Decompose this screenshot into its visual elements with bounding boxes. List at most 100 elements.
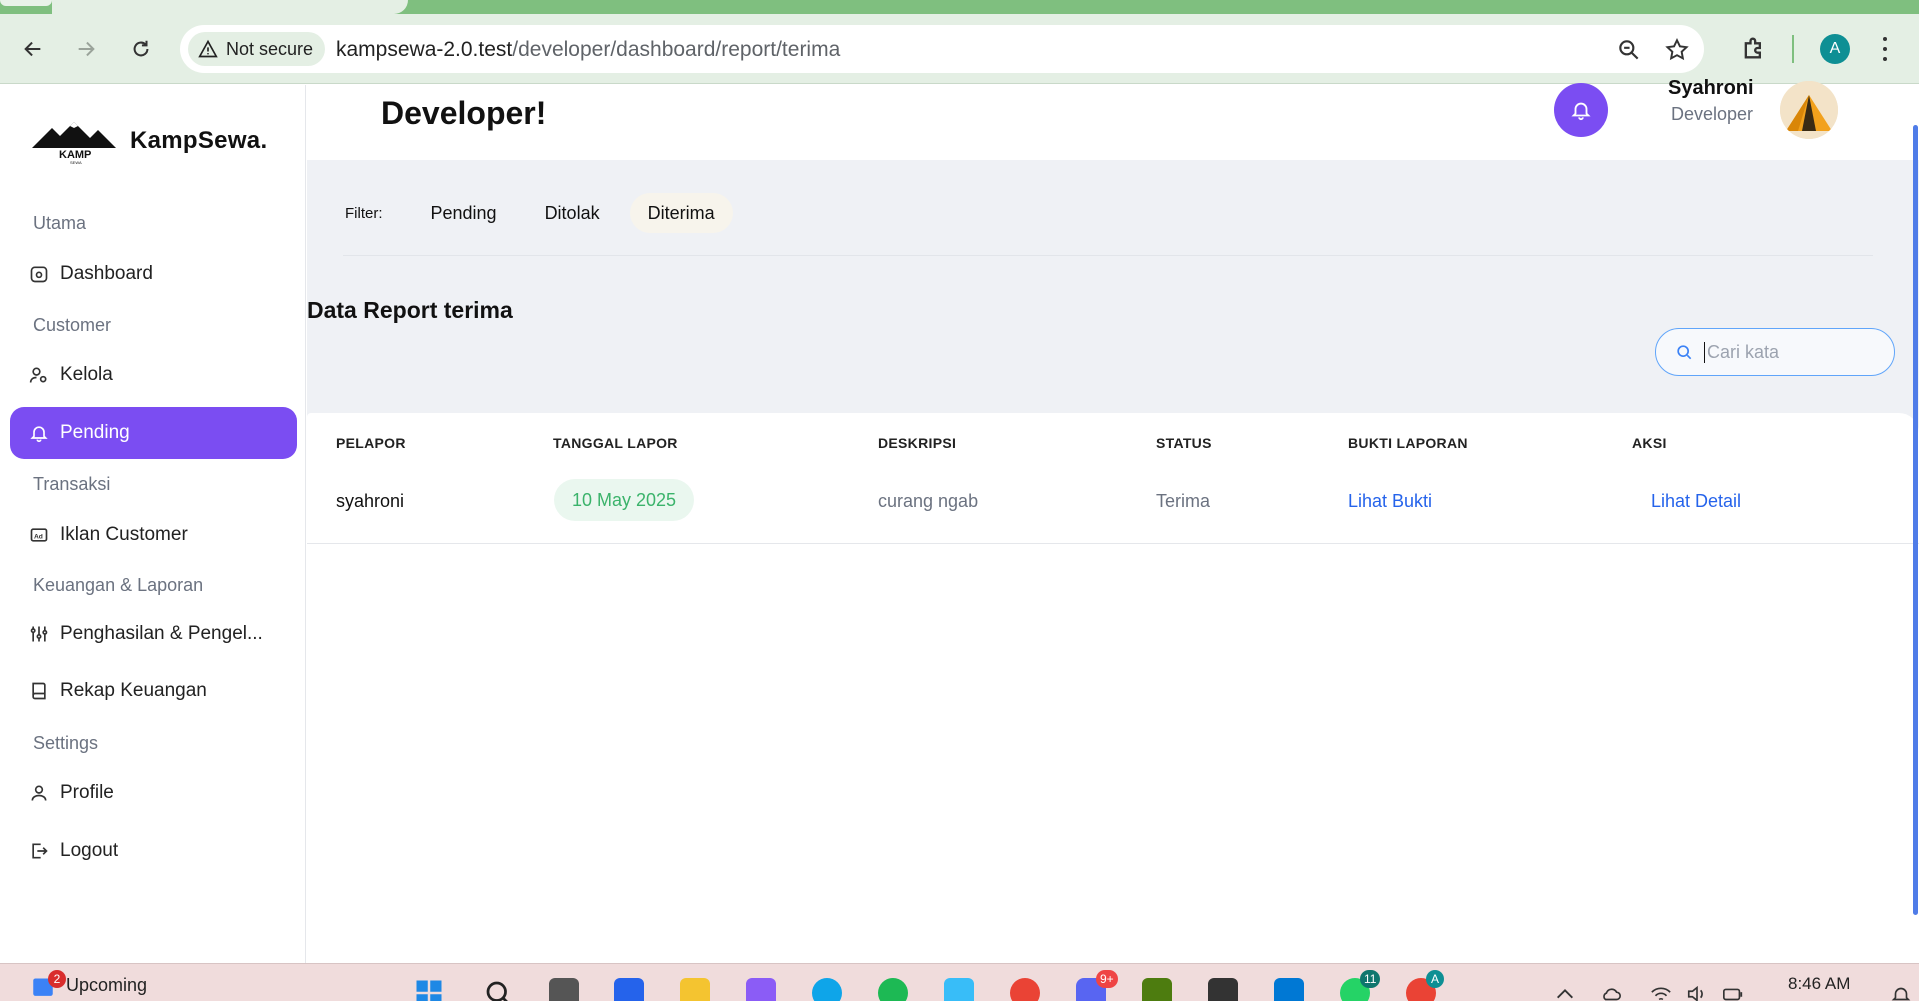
chrome-menu-icon[interactable] — [1880, 34, 1890, 64]
app-logo[interactable]: KAMP SEWA KampSewa. — [30, 118, 267, 164]
file-explorer-icon[interactable] — [680, 978, 710, 1001]
url-host: kampsewa-2.0.test — [336, 38, 513, 61]
sidebar-item-label: Kelola — [60, 364, 113, 385]
spotify-icon[interactable] — [878, 978, 908, 1001]
url-path: /developer/dashboard/report/terima — [512, 38, 841, 61]
sidebar-item-iklan[interactable]: Ad Iklan Customer — [10, 509, 297, 561]
date-badge: 10 May 2025 — [554, 479, 695, 521]
notifications-icon[interactable] — [1890, 986, 1912, 1001]
filter-divider — [343, 255, 1873, 256]
zoom-icon[interactable] — [1616, 37, 1642, 63]
copilot-icon[interactable] — [746, 978, 776, 1001]
sidebar-item-profile[interactable]: Profile — [10, 767, 297, 819]
sidebar-item-penghasilan[interactable]: Penghasilan & Pengel... — [10, 608, 297, 660]
browser-toolbar: Not secure kampsewa-2.0.test/developer/d… — [0, 14, 1919, 84]
logout-icon — [28, 840, 50, 862]
cell-status: Terima — [1156, 491, 1211, 511]
user-gear-icon — [28, 364, 50, 386]
sidebar-item-pending[interactable]: Pending — [10, 407, 297, 459]
report-table: PELAPOR TANGGAL LAPOR DESKRIPSI STATUS B… — [307, 413, 1919, 963]
lihat-detail-link[interactable]: Lihat Detail — [1651, 491, 1741, 512]
security-chip[interactable]: Not secure — [188, 32, 326, 66]
search-icon — [1677, 345, 1692, 360]
search-icon[interactable] — [483, 978, 513, 1001]
lihat-bukti-link[interactable]: Lihat Bukti — [1348, 491, 1432, 512]
avatar[interactable] — [1780, 81, 1838, 139]
sidebar-item-kelola[interactable]: Kelola — [10, 349, 297, 401]
section-settings: Settings — [33, 733, 99, 753]
sidebar-item-label: Iklan Customer — [60, 524, 188, 545]
cell-deskripsi: curang ngab — [878, 491, 979, 511]
user-name: Syahroni — [1668, 77, 1754, 99]
filter-ditolak[interactable]: Ditolak — [527, 193, 618, 233]
windows-start-icon[interactable] — [414, 978, 444, 1001]
task-view-icon[interactable] — [549, 978, 579, 1001]
chrome-profile-avatar[interactable]: A — [1820, 34, 1850, 64]
sidebar-item-logout[interactable]: Logout — [10, 825, 297, 877]
translator-icon[interactable] — [1142, 978, 1172, 1001]
security-label: Not secure — [226, 38, 314, 59]
sidebar: KAMP SEWA KampSewa. Utama Dashboard Cust… — [0, 85, 306, 963]
user-icon — [28, 782, 50, 804]
column-header: TANGGAL LAPOR — [553, 435, 678, 451]
book-icon — [28, 680, 50, 702]
os-taskbar: 2 Upcoming 9+ 11 A 8:46 AM — [0, 963, 1919, 1001]
column-header: DESKRIPSI — [878, 435, 957, 451]
terminal-icon[interactable] — [1208, 978, 1238, 1001]
mountain-logo-icon: KAMP SEWA — [32, 122, 116, 164]
user-role: Developer — [1671, 104, 1754, 124]
address-bar[interactable]: Not secure kampsewa-2.0.test/developer/d… — [180, 25, 1704, 73]
battery-icon[interactable] — [1722, 986, 1744, 1001]
section-customer: Customer — [33, 315, 112, 335]
notification-button[interactable] — [1554, 83, 1608, 137]
svg-text:Ad: Ad — [34, 533, 43, 540]
chevron-up-icon[interactable] — [1554, 986, 1576, 1001]
column-header: PELAPOR — [336, 435, 406, 451]
store-icon[interactable] — [614, 978, 644, 1001]
weather-widget[interactable]: 2 Upcoming — [30, 970, 148, 998]
extensions-icon[interactable] — [1740, 34, 1768, 67]
vscode-icon[interactable] — [1274, 978, 1304, 1001]
bookmark-star-icon[interactable] — [1664, 37, 1690, 63]
search-box[interactable] — [1655, 328, 1895, 376]
edge-icon[interactable] — [812, 978, 842, 1001]
sidebar-item-label: Penghasilan & Pengel... — [60, 623, 263, 644]
calendar-icon: 2 — [30, 970, 66, 998]
sidebar-item-dashboard[interactable]: Dashboard — [10, 248, 297, 300]
sidebar-item-rekap[interactable]: Rekap Keuangan — [10, 665, 297, 717]
browser-tab-active[interactable] — [52, 0, 408, 14]
sidebar-item-label: Logout — [60, 840, 119, 861]
section-keuangan: Keuangan & Laporan — [33, 575, 204, 595]
page-scrollbar[interactable] — [1913, 125, 1918, 915]
wifi-icon[interactable] — [1650, 986, 1672, 1001]
sidebar-item-label: Dashboard — [60, 263, 153, 284]
weather-label: Upcoming — [66, 974, 148, 995]
column-header: AKSI — [1632, 435, 1667, 451]
whatsapp-badge: 11 — [1360, 970, 1381, 988]
photos-icon[interactable] — [944, 978, 974, 1001]
taskbar-clock[interactable]: 8:46 AM — [1788, 974, 1850, 994]
warning-icon — [198, 39, 218, 58]
bell-icon — [28, 422, 50, 444]
back-icon[interactable] — [16, 32, 50, 66]
filter-pending[interactable]: Pending — [413, 193, 515, 233]
cloud-icon[interactable] — [1600, 986, 1622, 1001]
home-icon — [28, 263, 50, 285]
reload-icon[interactable] — [124, 32, 158, 66]
search-input[interactable] — [1704, 341, 1874, 363]
notification-badge: 2 — [48, 970, 66, 988]
ad-icon: Ad — [28, 524, 50, 546]
toolbar-divider — [1792, 35, 1794, 63]
chrome-icon[interactable] — [1010, 978, 1040, 1001]
row-divider — [307, 543, 1919, 544]
content-area: Filter: Pending Ditolak Diterima Data Re… — [307, 160, 1919, 963]
forward-icon[interactable] — [69, 32, 103, 66]
browser-tab-inactive[interactable] — [0, 0, 52, 6]
column-header: BUKTI LAPORAN — [1348, 435, 1468, 451]
url-text[interactable]: kampsewa-2.0.test/developer/dashboard/re… — [336, 38, 840, 62]
page-title: Data Report terima — [307, 297, 513, 323]
volume-icon[interactable] — [1686, 985, 1708, 1001]
tent-avatar-icon — [1780, 81, 1838, 139]
filter-diterima[interactable]: Diterima — [629, 193, 733, 233]
browser-tabstrip — [0, 0, 1919, 14]
